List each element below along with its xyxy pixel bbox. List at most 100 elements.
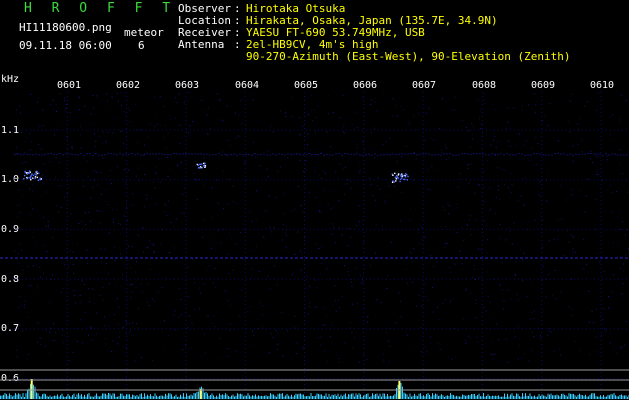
spectrum-bar: [297, 394, 298, 399]
noise-speck: [32, 208, 34, 210]
spectrum-bar: [63, 396, 64, 399]
noise-speck: [296, 342, 298, 344]
noise-speck: [132, 203, 134, 205]
noise-speck: [227, 203, 229, 205]
noise-band: [173, 153, 175, 154]
spectrum-bar: [357, 394, 358, 399]
noise-speck: [483, 171, 485, 173]
noise-speck: [330, 208, 332, 210]
noise-speck: [67, 137, 68, 139]
meteor-echo-point: [391, 181, 394, 183]
noise-speck: [122, 111, 124, 112]
noise-speck: [105, 200, 107, 202]
noise-speck: [66, 192, 68, 194]
noise-speck: [263, 236, 265, 238]
noise-band: [521, 153, 523, 155]
noise-speck: [15, 147, 17, 148]
noise-speck: [334, 171, 336, 173]
noise-speck: [211, 322, 213, 324]
noise-speck: [314, 171, 316, 173]
noise-speck: [236, 203, 238, 204]
noise-speck: [542, 265, 544, 267]
spectrum-bar: [585, 394, 586, 399]
spectrum-bar: [16, 394, 18, 399]
spectrum-bar: [387, 394, 388, 399]
noise-band: [458, 154, 460, 156]
noise-speck: [479, 276, 481, 278]
noise-speck: [625, 255, 627, 257]
noise-speck: [424, 296, 426, 298]
spectrum-bar: [208, 396, 210, 399]
noise-speck: [32, 190, 34, 192]
noise-speck: [610, 291, 612, 293]
noise-speck: [454, 263, 456, 265]
noise-speck: [459, 250, 461, 252]
noise-speck: [572, 236, 574, 238]
spectrum-bar: [12, 396, 13, 399]
spectrum-bar: [520, 396, 522, 399]
spectrum-bar: [279, 393, 280, 399]
noise-speck: [317, 337, 319, 339]
noise-speck: [216, 311, 217, 313]
spectrum-bar: [561, 393, 562, 399]
meteor-echo-point: [407, 175, 409, 178]
noise-speck: [536, 100, 538, 102]
spectrum-bar: [480, 396, 481, 399]
spectrum-bar: [402, 386, 403, 399]
spectrum-bar: [439, 395, 441, 399]
spectrum-bar: [576, 396, 577, 399]
noise-speck: [448, 212, 450, 214]
noise-speck: [147, 136, 149, 137]
noise-speck: [539, 195, 541, 197]
noise-speck: [550, 331, 552, 333]
noise-speck: [418, 112, 420, 114]
noise-speck: [595, 228, 597, 230]
noise-speck: [424, 139, 426, 141]
noise-speck: [216, 179, 218, 181]
spectrum-bar: [90, 396, 91, 399]
spectrum-bar: [36, 392, 37, 399]
noise-speck: [291, 210, 293, 212]
noise-speck: [406, 334, 408, 336]
noise-speck: [18, 105, 20, 106]
noise-speck: [595, 199, 597, 200]
noise-speck: [218, 229, 220, 231]
spectrum-bar: [462, 394, 463, 399]
noise-speck: [507, 121, 509, 123]
noise-band: [104, 154, 106, 156]
noise-speck: [466, 224, 468, 226]
noise-band: [131, 153, 133, 154]
noise-speck: [45, 191, 47, 193]
noise-speck: [527, 221, 529, 222]
spectrum-bar: [481, 396, 483, 399]
noise-speck: [318, 236, 320, 238]
noise-speck: [291, 116, 292, 118]
noise-speck: [76, 327, 78, 329]
noise-speck: [156, 166, 157, 168]
noise-band: [455, 154, 457, 156]
noise-speck: [150, 268, 151, 270]
spectrum-bar: [271, 394, 273, 399]
noise-speck: [287, 157, 289, 159]
noise-speck: [624, 344, 625, 346]
noise-speck: [607, 189, 609, 190]
noise-speck: [375, 224, 377, 226]
noise-speck: [80, 125, 82, 127]
noise-speck: [444, 247, 445, 249]
noise-speck: [144, 174, 146, 176]
spectrum-bar: [10, 395, 12, 399]
noise-speck: [267, 275, 269, 277]
noise-band: [182, 153, 184, 155]
noise-speck: [303, 236, 305, 238]
noise-speck: [222, 151, 224, 153]
spectrum-bar: [253, 396, 255, 399]
spectrum-bar: [447, 395, 448, 399]
noise-speck: [146, 301, 148, 303]
noise-speck: [621, 173, 623, 175]
noise-band: [191, 153, 193, 155]
noise-speck: [584, 105, 586, 107]
noise-speck: [180, 314, 182, 316]
noise-speck: [487, 263, 489, 265]
noise-speck: [391, 237, 393, 239]
spectrum-bar: [132, 394, 133, 399]
